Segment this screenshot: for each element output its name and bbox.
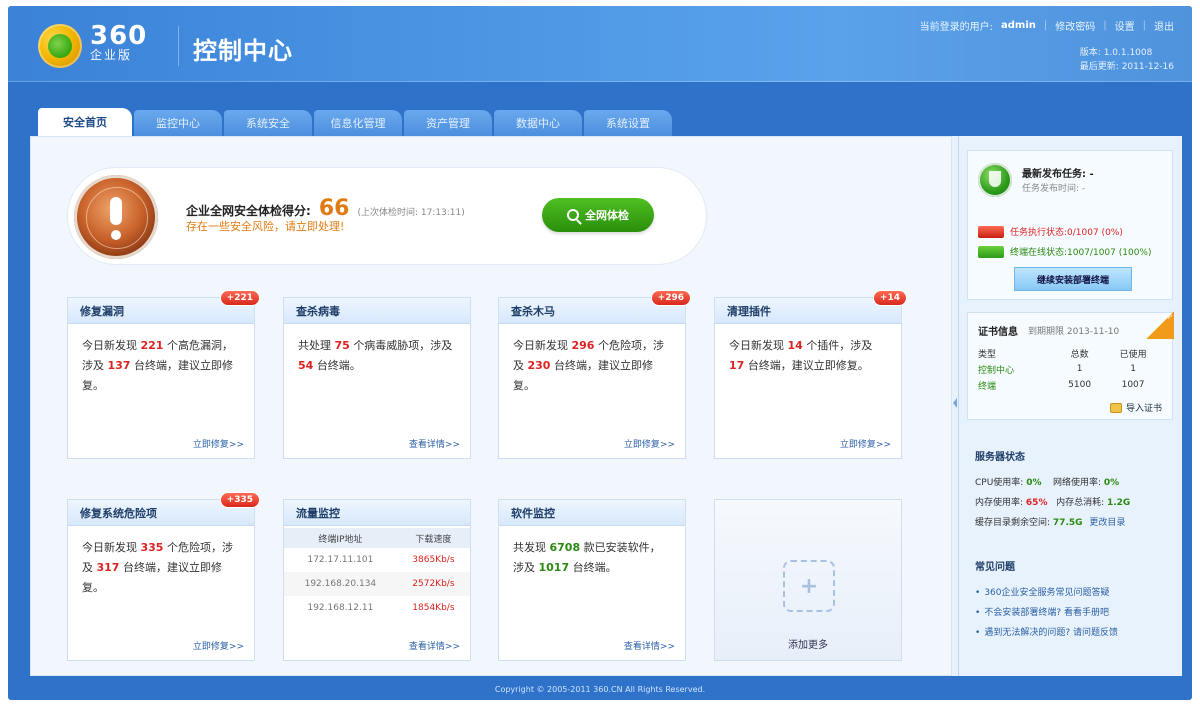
folder-icon (1109, 402, 1122, 413)
footer: Copyright © 2005-2011 360.CN All Rights … (494, 685, 706, 694)
fix-now-link[interactable]: 立即修复>> (840, 437, 891, 450)
latest-task-time: 任务发布时间: - (1022, 184, 1086, 194)
logo: 360 企业版 (90, 21, 148, 62)
version-label: 版本: (1079, 48, 1101, 58)
right-sidebar: 最新发布任务: - 任务发布时间: - 任务执行状态:0/1007 (0%) 终… (958, 136, 1182, 676)
count-badge: +14 (872, 290, 907, 306)
column-header: 已使用 (1119, 349, 1147, 360)
card-kill-trojan: 查杀木马 +296 今日新发现 296 个危险项，涉及 230 台终端，建议立即… (498, 290, 691, 459)
continue-install-button[interactable]: 继续安装部署终端 (1014, 267, 1132, 291)
import-cert-label: 导入证书 (1125, 404, 1162, 414)
view-details-link[interactable]: 查看详情>> (624, 639, 675, 652)
faq-title: 常见问题 (975, 562, 1015, 573)
status-green-icon (978, 245, 1004, 258)
table-row: 172.17.11.101 3865Kb/s (307, 555, 455, 565)
add-more-card[interactable]: + 添加更多 (714, 499, 902, 661)
main-tabs: 安全首页 监控中心 系统安全 信息化管理 资产管理 数据中心 系统设置 (38, 108, 674, 136)
card-fix-system-risks: 修复系统危险项 +335 今日新发现 335 个危险项，涉及 317 台终端，建… (67, 492, 260, 661)
faq-item[interactable]: 360企业安全服务常见问题答疑 (975, 583, 1175, 603)
card-software-monitoring: 软件监控 共发现 6708 款已安装软件，涉及 1017 台终端。 查看详情>> (498, 499, 686, 661)
tab-system-security[interactable]: 系统安全 (224, 110, 312, 136)
card-fix-vulnerabilities: 修复漏洞 +221 今日新发现 221 个高危漏洞，涉及 137 台终端，建议立… (67, 290, 260, 459)
page-title: 控制中心 (193, 37, 293, 65)
latest-task-panel: 最新发布任务: - 任务发布时间: - 任务执行状态:0/1007 (0%) 终… (967, 150, 1173, 300)
table-row: 192.168.12.11 1854Kb/s (307, 603, 455, 613)
cert-title: 证书信息 (978, 327, 1018, 338)
tab-security-home[interactable]: 安全首页 (38, 108, 132, 136)
change-password-link[interactable]: 修改密码 (1055, 18, 1095, 33)
faq-item[interactable]: 遇到无法解决的问题? 请问题反馈 (975, 623, 1175, 643)
warning-icon (74, 175, 158, 259)
health-check-panel: 企业全网安全体检得分: 66 (上次体检时间: 17:13:11) 存在一些安全… (67, 167, 707, 265)
card-title: 流量监控 (284, 500, 470, 526)
table-row: 终端 5100 1007 (978, 380, 1145, 392)
view-details-link[interactable]: 查看详情>> (409, 437, 460, 450)
faq-list: 360企业安全服务常见问题答疑 不会安装部署终端? 看看手册吧 遇到无法解决的问… (975, 583, 1175, 643)
change-directory-link[interactable]: 更改目录 (1089, 518, 1125, 528)
current-user: admin (1001, 20, 1036, 31)
fix-now-link[interactable]: 立即修复>> (193, 437, 244, 450)
logout-link[interactable]: 退出 (1154, 18, 1174, 33)
version-info: 版本: 1.0.1.1008 最后更新: 2011-12-16 (1080, 46, 1174, 74)
view-details-link[interactable]: 查看详情>> (409, 639, 460, 652)
vip-ribbon: VIP (1146, 311, 1174, 339)
traffic-table: 终端IP地址 下载速度 172.17.11.101 3865Kb/s 192.1… (284, 528, 470, 620)
certificate-panel: 证书信息 到期期限 2013-11-10 VIP 类型 总数 已使用 控制中心 … (967, 311, 1174, 420)
column-header: 总数 (1070, 349, 1089, 360)
header: 360 企业版 控制中心 当前登录的用户: admin | 修改密码 | 设置 … (8, 6, 1192, 82)
tab-system-settings[interactable]: 系统设置 (584, 110, 672, 136)
last-check-time: (上次体检时间: 17:13:11) (357, 208, 465, 218)
health-warning: 存在一些安全风险，请立即处理! (186, 220, 345, 233)
latest-task-title: 最新发布任务: - (1022, 169, 1094, 180)
column-header: 终端IP地址 (284, 528, 397, 548)
health-title: 企业全网安全体检得分: (186, 204, 311, 218)
last-update-value: 2011-12-16 (1121, 62, 1174, 72)
table-row: 控制中心 1 1 (978, 364, 1136, 376)
fix-now-link[interactable]: 立即修复>> (193, 639, 244, 652)
app-window: 360 企业版 控制中心 当前登录的用户: admin | 修改密码 | 设置 … (8, 6, 1192, 700)
last-update-label: 最后更新: (1079, 62, 1119, 72)
version-value: 1.0.1.1008 (1103, 48, 1153, 58)
terminal-online-status: 终端在线状态:1007/1007 (100%) (978, 245, 1152, 258)
faq-panel: 常见问题 360企业安全服务常见问题答疑 不会安装部署终端? 看看手册吧 遇到无… (975, 558, 1175, 643)
main-content: 企业全网安全体检得分: 66 (上次体检时间: 17:13:11) 存在一些安全… (30, 136, 952, 676)
full-scan-button[interactable]: 全网体检 (542, 198, 654, 232)
count-badge: +221 (219, 290, 260, 306)
search-icon (567, 209, 579, 221)
fix-now-link[interactable]: 立即修复>> (624, 437, 675, 450)
count-badge: +296 (650, 290, 691, 306)
card-clean-plugins: 清理插件 +14 今日新发现 14 个插件，涉及 17 台终端，建议立即修复。 … (714, 290, 907, 459)
count-badge: +335 (219, 492, 260, 508)
cert-expiry: 到期期限 2013-11-10 (1028, 327, 1120, 337)
cert-table: 类型 总数 已使用 控制中心 1 1 终端 5100 1007 (978, 345, 1162, 393)
column-header: 类型 (978, 349, 997, 360)
logo-360: 360 (90, 21, 148, 51)
task-exec-status: 任务执行状态:0/1007 (0%) (978, 225, 1123, 238)
card-kill-virus: 查杀病毒 共处理 75 个病毒威胁项，涉及 54 台终端。 查看详情>> (283, 297, 471, 459)
status-red-icon (978, 225, 1004, 238)
add-more-label: 添加更多 (788, 640, 828, 651)
card-traffic-monitoring: 流量监控 终端IP地址 下载速度 172.17.11.101 3865Kb/s … (283, 499, 471, 661)
import-cert-button[interactable]: 导入证书 (1109, 401, 1162, 414)
full-scan-label: 全网体检 (585, 210, 629, 222)
server-status-panel: 服务器状态 CPU使用率: 0% 网络使用率: 0% 内存使用率: 65% 内存… (975, 448, 1175, 533)
server-status-title: 服务器状态 (975, 452, 1025, 463)
card-title: 软件监控 (499, 500, 685, 526)
top-links: 当前登录的用户: admin | 修改密码 | 设置 | 退出 (919, 18, 1174, 33)
tab-monitoring-center[interactable]: 监控中心 (134, 110, 222, 136)
header-divider (178, 26, 179, 66)
add-icon[interactable]: + (783, 560, 835, 612)
card-title: 查杀病毒 (284, 298, 470, 324)
shield-icon (978, 163, 1012, 197)
tab-data-center[interactable]: 数据中心 (494, 110, 582, 136)
current-user-prefix: 当前登录的用户: (919, 22, 993, 33)
table-row: 192.168.20.134 2572Kb/s (284, 572, 470, 596)
tab-asset-management[interactable]: 资产管理 (404, 110, 492, 136)
logo-edition: 企业版 (90, 48, 133, 62)
tab-informatization[interactable]: 信息化管理 (314, 110, 402, 136)
faq-item[interactable]: 不会安装部署终端? 看看手册吧 (975, 603, 1175, 623)
settings-link[interactable]: 设置 (1115, 18, 1135, 33)
column-header: 下载速度 (396, 528, 470, 548)
logo-icon (38, 24, 82, 68)
